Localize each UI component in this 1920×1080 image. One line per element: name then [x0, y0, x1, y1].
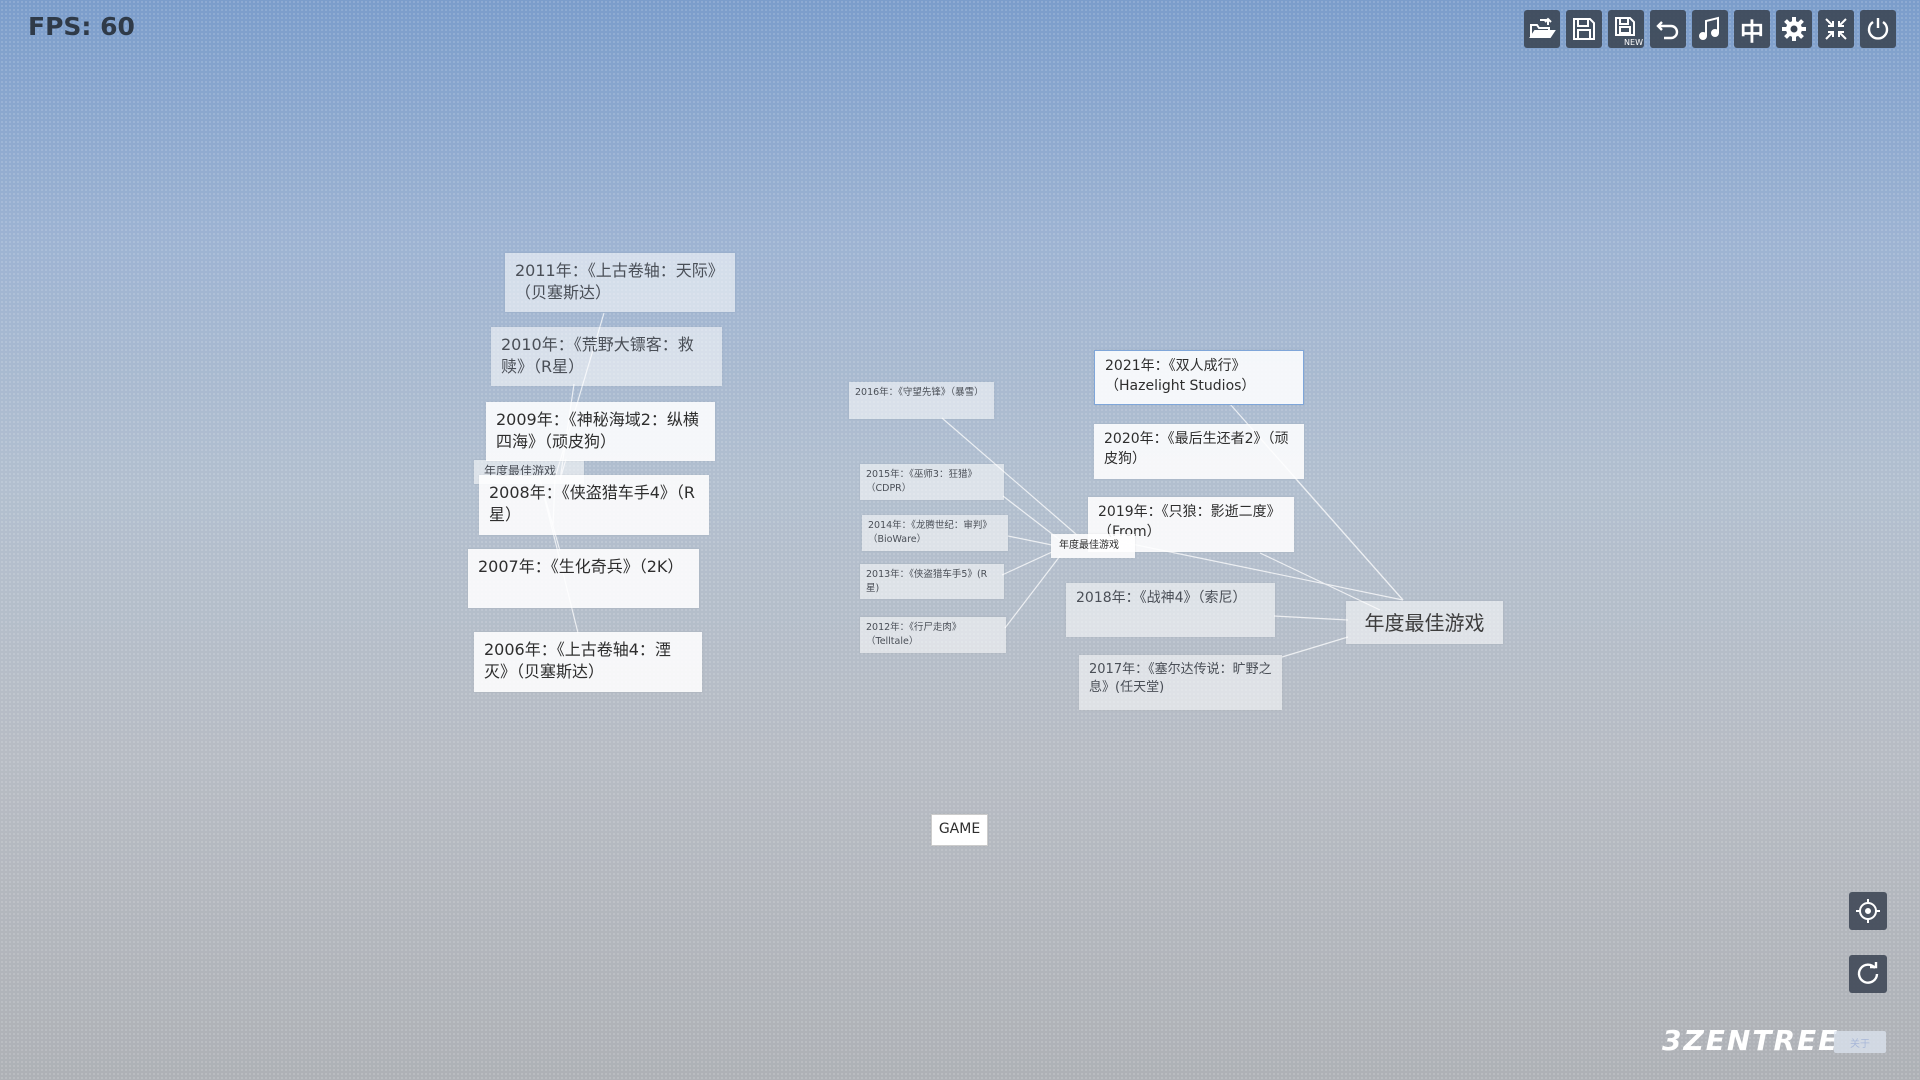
- mindmap-node[interactable]: 2014年：《龙腾世纪：审判》（BioWare）: [862, 515, 1008, 551]
- node-label: 2017年：《塞尔达传说：旷野之息》(任天堂): [1089, 662, 1272, 696]
- node-label: 2021年：《双人成行》（Hazelight Studios）: [1105, 358, 1256, 394]
- mindmap-node[interactable]: 2020年：《最后生还者2》（顽皮狗）: [1094, 424, 1304, 479]
- mindmap-node[interactable]: 2008年：《侠盗猎车手4》（R星）: [479, 475, 709, 535]
- root-node-label: 年度最佳游戏: [1364, 610, 1485, 635]
- mindmap-node[interactable]: 2007年：《生化奇兵》（2K）: [468, 549, 699, 608]
- refresh-icon: [1857, 962, 1879, 984]
- link-line: [1001, 551, 1053, 576]
- hub-node-label: 年度最佳游戏: [1059, 540, 1119, 551]
- node-label: 2016年：《守望先锋》（暴雪）: [855, 387, 984, 398]
- mindmap-node[interactable]: 2013年：《侠盗猎车手5》(R星): [860, 564, 1004, 599]
- node-label: 2008年：《侠盗猎车手4》（R星）: [489, 483, 696, 525]
- node-label: 2011年：《上古卷轴：天际》（贝塞斯达）: [515, 261, 724, 303]
- game-node[interactable]: GAME: [931, 814, 988, 846]
- link-line: [1004, 555, 1061, 629]
- node-label: 2013年：《侠盗猎车手5》(R星): [866, 569, 988, 594]
- mindmap-node[interactable]: 2006年：《上古卷轴4：湮灭》（贝塞斯达）: [474, 632, 702, 692]
- about-button[interactable]: 关于: [1834, 1031, 1886, 1053]
- node-label: 2015年：《巫师3：狂猎》（CDPR）: [866, 469, 977, 494]
- brand-logo: 3ZENTREE: [1662, 1024, 1840, 1057]
- mindmap-node[interactable]: 2017年：《塞尔达传说：旷野之息》(任天堂): [1079, 655, 1282, 710]
- mindmap-node[interactable]: 2016年：《守望先锋》（暴雪）: [849, 382, 994, 419]
- mindmap-node[interactable]: 2012年：《行尸走肉》（Telltale）: [860, 617, 1006, 653]
- link-line: [1273, 615, 1349, 621]
- locate-button[interactable]: [1849, 892, 1887, 930]
- node-label: 2014年：《龙腾世纪：审判》（BioWare）: [868, 520, 992, 545]
- link-line: [1281, 636, 1349, 658]
- locate-icon: [1856, 899, 1880, 923]
- mindmap-node[interactable]: 2010年：《荒野大镖客：救赎》（R星）: [491, 327, 722, 386]
- canvas-3d[interactable]: FPS: 60 NEW 中 2021年：《双人成行》（Hazelight Stu…: [0, 0, 1920, 1080]
- root-node[interactable]: 年度最佳游戏: [1346, 601, 1503, 644]
- node-label: 2006年：《上古卷轴4：湮灭》（贝塞斯达）: [484, 640, 671, 682]
- hub-node[interactable]: 年度最佳游戏: [1051, 534, 1135, 558]
- link-line: [1007, 535, 1053, 546]
- link-line: [1294, 477, 1404, 601]
- node-label: 2010年：《荒野大镖客：救赎》（R星）: [501, 335, 694, 377]
- node-label: 2012年：《行尸走肉》（Telltale）: [866, 622, 962, 647]
- game-node-label: GAME: [938, 821, 981, 838]
- mindmap-node[interactable]: 2018年：《战神4》（索尼）: [1066, 583, 1275, 637]
- mindmap-node[interactable]: 2015年：《巫师3：狂猎》（CDPR）: [860, 464, 1004, 500]
- node-label: 2020年：《最后生还者2》（顽皮狗）: [1104, 431, 1289, 467]
- node-label: 2009年：《神秘海域2：纵横四海》（顽皮狗）: [496, 410, 699, 452]
- node-label: 2007年：《生化奇兵》（2K）: [478, 557, 684, 576]
- mindmap-node[interactable]: 2009年：《神秘海域2：纵横四海》（顽皮狗）: [486, 402, 715, 461]
- refresh-button[interactable]: [1849, 955, 1887, 993]
- node-label: 2018年：《战神4》（索尼）: [1076, 590, 1247, 606]
- mindmap-node[interactable]: 2011年：《上古卷轴：天际》（贝塞斯达）: [505, 253, 735, 312]
- mindmap-node[interactable]: 2021年：《双人成行》（Hazelight Studios）: [1094, 350, 1304, 405]
